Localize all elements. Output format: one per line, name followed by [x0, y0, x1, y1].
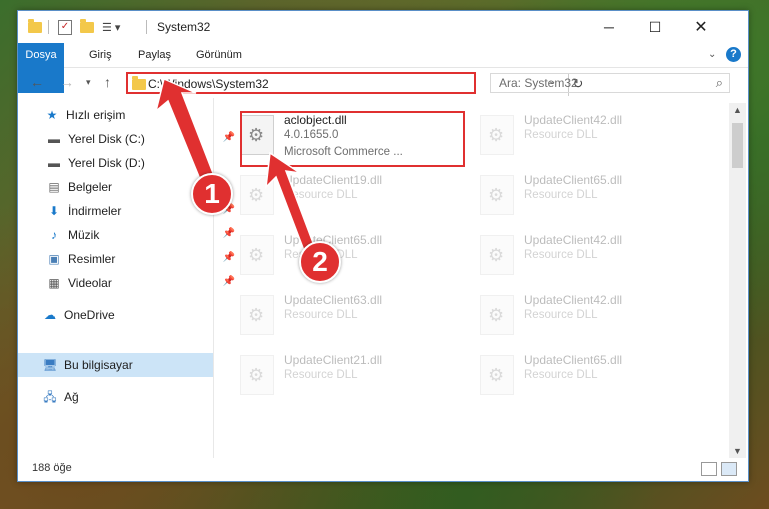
- annotation-arrows: [154, 77, 319, 263]
- step-1-badge: 1: [191, 173, 233, 215]
- file-explorer-window: ✓ ☰ ▾ System32 ─ ☐ ✕ Dosya Giriş Paylaş …: [17, 10, 749, 482]
- step-2-badge: 2: [299, 241, 341, 283]
